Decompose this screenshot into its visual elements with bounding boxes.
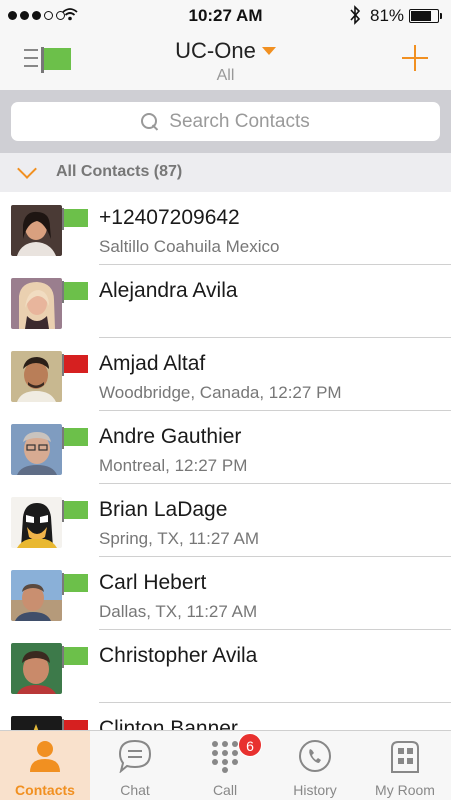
presence-flag-icon — [62, 646, 88, 668]
building-icon — [387, 739, 423, 773]
contact-row[interactable]: Clinton Banner — [0, 703, 451, 730]
avatar — [11, 570, 62, 621]
avatar — [11, 424, 62, 475]
tab-chat[interactable]: Chat — [90, 731, 180, 800]
contact-row[interactable]: Christopher Avila — [0, 630, 451, 703]
contact-row[interactable]: Carl Hebert Dallas, TX, 11:27 AM — [0, 557, 451, 630]
app-title-dropdown[interactable]: UC-One — [0, 38, 451, 64]
contact-name: +12407209642 — [99, 206, 240, 229]
presence-flag-icon — [62, 427, 88, 449]
tab-label: Call — [212, 782, 238, 798]
contact-detail: Spring, TX, 11:27 AM — [99, 529, 260, 548]
tab-label: History — [293, 782, 337, 798]
avatar — [11, 497, 62, 548]
tab-bar: Contacts Chat Call 6 History My Room — [0, 730, 451, 800]
tab-contacts[interactable]: Contacts — [0, 731, 90, 800]
presence-flag-icon — [62, 719, 88, 730]
battery-percent: 81% — [370, 6, 405, 25]
bluetooth-icon — [349, 5, 361, 30]
dropdown-caret-icon — [261, 46, 276, 55]
search-icon — [141, 113, 159, 131]
search-bar: Search Contacts — [0, 90, 451, 153]
status-bar: 10:27 AM 81% — [0, 0, 451, 32]
presence-flag-icon — [62, 281, 88, 303]
tab-my-room[interactable]: My Room — [360, 731, 450, 800]
contact-row[interactable]: Brian LaDage Spring, TX, 11:27 AM — [0, 484, 451, 557]
contact-group-header[interactable]: All Contacts (87) — [0, 153, 451, 192]
group-label: All Contacts (87) — [56, 163, 183, 180]
navigation-bar: UC-One All — [0, 32, 451, 90]
app-title: UC-One — [175, 38, 256, 63]
contact-name: Andre Gauthier — [99, 425, 242, 448]
contact-row[interactable]: +12407209642 Saltillo Coahuila Mexico — [0, 192, 451, 265]
contact-name: Alejandra Avila — [99, 279, 238, 302]
contact-name: Clinton Banner — [99, 717, 238, 730]
contact-row[interactable]: Amjad Altaf Woodbridge, Canada, 12:27 PM — [0, 338, 451, 411]
contact-detail: Woodbridge, Canada, 12:27 PM — [99, 383, 342, 402]
search-input[interactable]: Search Contacts — [11, 102, 440, 141]
presence-flag-icon — [62, 573, 88, 595]
search-placeholder: Search Contacts — [169, 111, 310, 132]
missed-calls-badge: 6 — [238, 733, 262, 757]
chevron-down-icon — [17, 159, 37, 179]
battery-icon — [409, 9, 442, 23]
contact-row[interactable]: Alejandra Avila — [0, 265, 451, 338]
contact-name: Carl Hebert — [99, 571, 207, 594]
avatar — [11, 278, 62, 329]
contact-name: Christopher Avila — [99, 644, 258, 667]
chat-bubble-icon — [117, 739, 153, 774]
avatar — [11, 351, 62, 402]
tab-label: Chat — [120, 782, 150, 798]
contact-detail: Montreal, 12:27 PM — [99, 456, 248, 475]
contact-detail: Saltillo Coahuila Mexico — [99, 237, 280, 256]
avatar — [11, 205, 62, 256]
add-contact-button[interactable] — [402, 45, 428, 71]
contact-name: Brian LaDage — [99, 498, 228, 521]
contact-list[interactable]: +12407209642 Saltillo Coahuila Mexico Al… — [0, 192, 451, 730]
presence-flag-icon — [62, 500, 88, 522]
tab-history[interactable]: History — [270, 731, 360, 800]
filter-subtitle: All — [216, 67, 235, 84]
contact-row[interactable]: Andre Gauthier Montreal, 12:27 PM — [0, 411, 451, 484]
tab-label: Contacts — [15, 782, 75, 798]
contact-name: Amjad Altaf — [99, 352, 206, 375]
avatar — [11, 716, 62, 730]
contact-detail: Dallas, TX, 11:27 AM — [99, 602, 258, 621]
clock-phone-icon — [297, 739, 333, 773]
avatar — [11, 643, 62, 694]
presence-flag-icon — [62, 208, 88, 230]
tab-label: My Room — [375, 782, 435, 798]
person-icon — [27, 739, 63, 773]
presence-flag-icon — [62, 354, 88, 376]
